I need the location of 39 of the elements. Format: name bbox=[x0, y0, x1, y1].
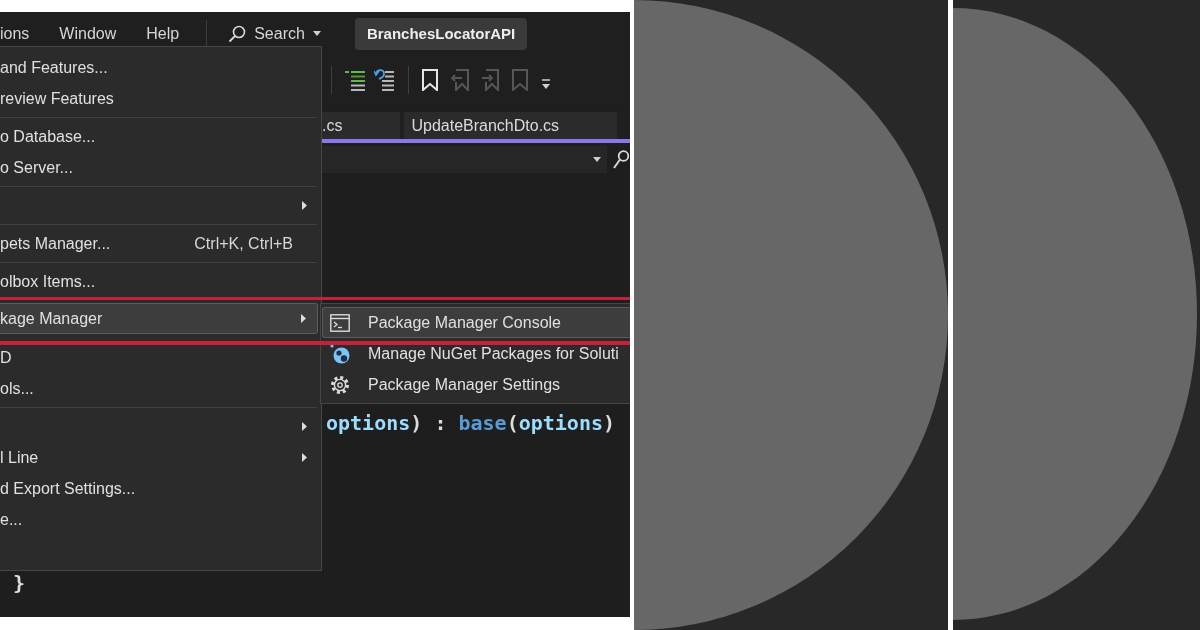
menu-item[interactable]: d Export Settings... bbox=[0, 473, 321, 504]
code-line: } bbox=[13, 572, 26, 594]
menu-bar-item[interactable]: Window bbox=[59, 24, 117, 43]
caret-icon bbox=[302, 201, 307, 210]
arrow-lines-icon[interactable] bbox=[374, 69, 394, 91]
caret-icon bbox=[302, 453, 307, 462]
menu-item[interactable]: o Database... bbox=[0, 121, 321, 152]
caret-icon bbox=[302, 422, 307, 431]
submenu-item[interactable]: Manage NuGet Packages for Soluti bbox=[322, 338, 630, 369]
menu-item[interactable]: kage Manager bbox=[0, 303, 318, 334]
text-lines-icon[interactable] bbox=[345, 69, 365, 91]
menu-item[interactable]: l Line bbox=[0, 442, 321, 473]
caret-icon bbox=[593, 157, 601, 162]
code-line: options) : base(options) bbox=[326, 410, 616, 436]
menu-item[interactable]: review Features bbox=[0, 83, 321, 114]
menu-item[interactable]: and Features... bbox=[0, 52, 321, 83]
dots-circle-icon bbox=[330, 343, 350, 364]
menu-item[interactable]: e... bbox=[0, 504, 321, 535]
submenu-item[interactable]: Package Manager Console bbox=[322, 307, 630, 338]
console-icon bbox=[330, 313, 350, 332]
overflow-icon[interactable] bbox=[541, 78, 551, 90]
menu-bar-item[interactable]: Help bbox=[146, 24, 180, 43]
search-button[interactable]: Search bbox=[228, 24, 321, 43]
document-tab[interactable]: UpdateBranchDto.cs bbox=[404, 112, 618, 139]
menu-item[interactable]: ols... bbox=[0, 373, 321, 404]
document-tab[interactable]: .cs bbox=[322, 112, 401, 139]
submenu-item[interactable]: Package Manager Settings bbox=[322, 369, 630, 400]
shortcut-label: Ctrl+K, Ctrl+B bbox=[194, 234, 293, 253]
solution-title: BranchesLocatorAPI bbox=[354, 17, 528, 50]
caret-icon bbox=[312, 31, 321, 36]
search-icon bbox=[228, 24, 247, 43]
search-icon[interactable] bbox=[613, 148, 629, 171]
caret-icon bbox=[301, 314, 306, 323]
menu-bar-item[interactable]: ions bbox=[0, 24, 30, 43]
menu-item[interactable]: pets Manager... Ctrl+K, Ctrl+B bbox=[0, 228, 321, 259]
gear-icon bbox=[330, 374, 350, 395]
menu-item[interactable]: olbox Items... bbox=[0, 266, 321, 297]
menu-item[interactable]: D bbox=[0, 342, 321, 373]
menu-item[interactable]: o Server... bbox=[0, 152, 321, 183]
